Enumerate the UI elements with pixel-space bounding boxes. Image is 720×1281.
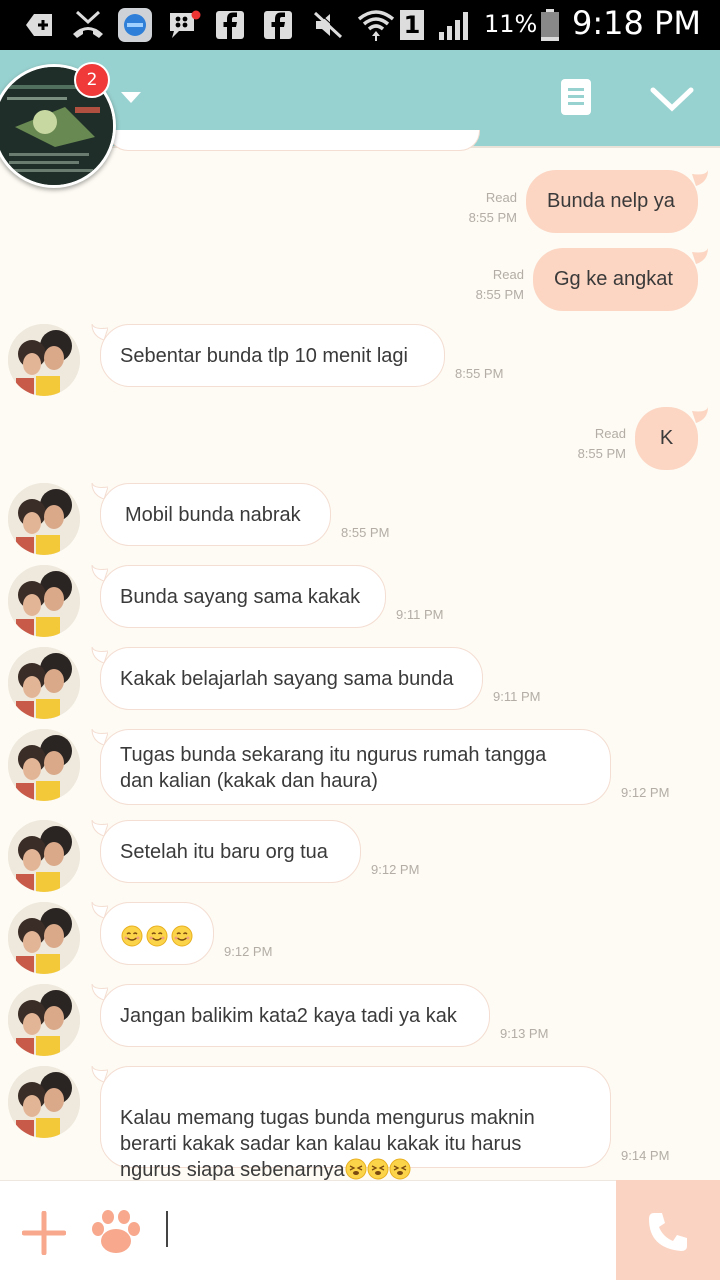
contact-avatar[interactable] (8, 729, 80, 801)
incoming-message[interactable]: Kalau memang tugas bunda mengurus maknin… (100, 1066, 611, 1181)
notes-icon[interactable] (560, 78, 592, 120)
bubble-tail (91, 647, 108, 663)
message-time: 9:12 PM (621, 785, 670, 800)
smile-emoji-icon (171, 925, 193, 947)
bubble-tail (91, 1066, 108, 1082)
message-text: Kalau memang tugas bunda mengurus maknin… (120, 1107, 535, 1181)
battery-percent: 11% (484, 10, 538, 38)
chevron-down-icon[interactable] (650, 86, 694, 118)
incoming-message[interactable]: Bunda sayang sama kakak (100, 565, 386, 628)
bubble-tail (692, 170, 708, 186)
contact-avatar[interactable] (8, 1066, 80, 1138)
bubble-tail (91, 902, 108, 918)
message-time: 8:55 PM (577, 446, 626, 461)
bubble-tail (91, 565, 108, 581)
outgoing-message[interactable]: K (635, 407, 698, 470)
message-time: 9:11 PM (493, 689, 541, 704)
incoming-message[interactable]: Sebentar bunda tlp 10 menit lagi (100, 324, 445, 387)
mute-icon (310, 10, 346, 40)
message-time: 9:12 PM (371, 862, 420, 877)
bubble-tail (91, 984, 108, 1000)
outgoing-message[interactable]: Bunda nelp ya (526, 170, 698, 233)
message-input-bar (0, 1180, 720, 1281)
bubble-tail (692, 407, 708, 423)
bubble-tail (91, 729, 108, 745)
signal-icon (436, 10, 474, 40)
contact-avatar[interactable] (8, 483, 80, 555)
contact-avatar[interactable] (8, 820, 80, 892)
incoming-message[interactable]: Kakak belajarlah sayang sama bunda (100, 647, 483, 710)
dropdown-arrow-icon[interactable] (120, 90, 142, 109)
outgoing-message[interactable]: Gg ke angkat (533, 248, 698, 311)
contact-avatar[interactable] (8, 984, 80, 1056)
message-time: 8:55 PM (455, 366, 504, 381)
bubble-tail (91, 820, 108, 836)
sim-number: 1 (400, 10, 424, 40)
incoming-message[interactable]: Setelah itu baru org tua (100, 820, 361, 883)
read-receipt: Read (594, 426, 626, 441)
partial-message-bubble (108, 130, 480, 151)
bubble-tail (91, 483, 108, 499)
message-time: 9:13 PM (500, 1026, 549, 1041)
incoming-emoji-message[interactable] (100, 902, 214, 965)
message-time: 9:14 PM (621, 1148, 670, 1163)
message-time: 9:12 PM (224, 944, 273, 959)
message-time: 9:11 PM (396, 607, 444, 622)
facebook-icon (214, 10, 246, 40)
smile-emoji-icon (121, 925, 143, 947)
missed-call-icon (70, 10, 106, 40)
wifi-icon (356, 10, 396, 41)
smile-emoji-icon (146, 925, 168, 947)
clock: 9:18 PM (572, 4, 701, 42)
add-icon (24, 10, 56, 40)
call-button[interactable] (616, 1180, 720, 1280)
contact-avatar[interactable] (8, 324, 80, 396)
paw-sticker-icon[interactable] (90, 1209, 142, 1259)
contact-avatar[interactable] (8, 647, 80, 719)
blue-app-icon (116, 8, 154, 42)
message-time: 8:55 PM (475, 287, 524, 302)
read-receipt: Read (492, 267, 524, 282)
status-bar: 1 11% 9:18 PM (0, 0, 720, 50)
bbm-icon (166, 10, 202, 40)
incoming-message[interactable]: Jangan balikim kata2 kaya tadi ya kak (100, 984, 490, 1047)
message-time: 8:55 PM (468, 210, 517, 225)
read-receipt: Read (485, 190, 517, 205)
sim-icon: 1 (398, 10, 426, 40)
message-time: 8:55 PM (341, 525, 390, 540)
phone-icon (649, 1213, 687, 1251)
text-input-cursor[interactable] (166, 1211, 168, 1247)
contact-avatar[interactable] (8, 902, 80, 974)
bubble-tail (692, 248, 708, 264)
incoming-message[interactable]: Tugas bunda sekarang itu ngurus rumah ta… (100, 729, 611, 805)
facebook-icon (262, 10, 294, 40)
bubble-tail (91, 324, 108, 340)
tired-emoji-icon (345, 1158, 411, 1180)
battery-icon (538, 9, 562, 41)
contact-avatar[interactable] (8, 565, 80, 637)
incoming-message[interactable]: Mobil bunda nabrak (100, 483, 331, 546)
unread-badge: 2 (74, 62, 110, 98)
plus-icon[interactable] (21, 1210, 67, 1259)
